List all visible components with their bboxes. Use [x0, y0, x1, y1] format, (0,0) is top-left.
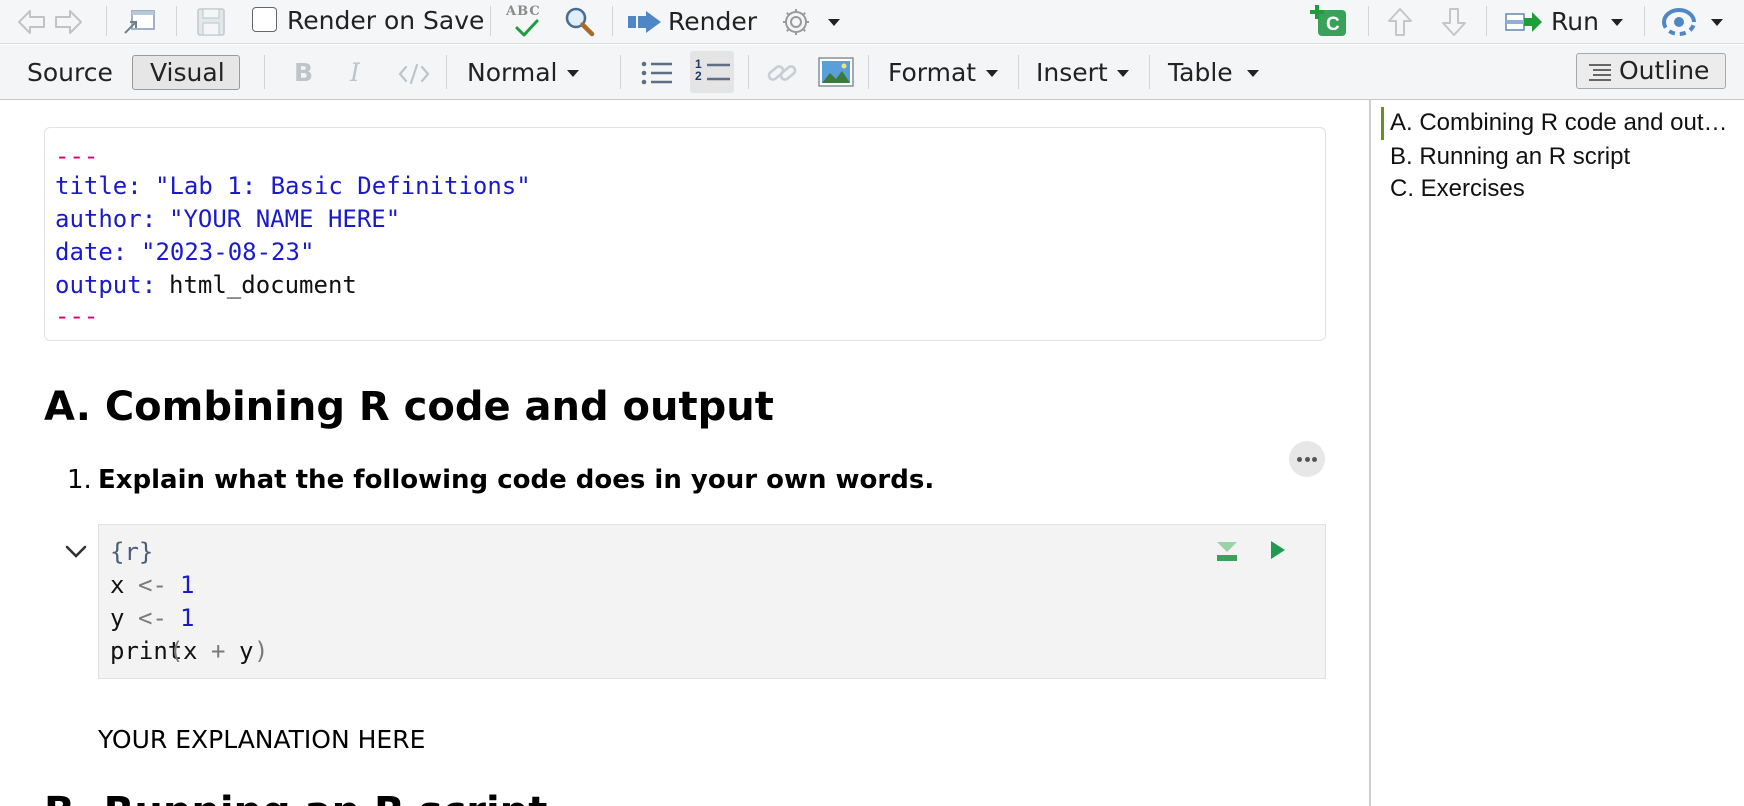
table-menu[interactable]: Table	[1168, 60, 1233, 85]
code-token: 1	[180, 604, 195, 632]
separator	[1149, 55, 1150, 89]
yaml-title-value: "Lab 1: Basic Definitions"	[155, 172, 531, 200]
separator	[106, 6, 107, 36]
insert-chunk-icon[interactable]: C	[1308, 4, 1350, 38]
numbered-list-icon[interactable]: 12	[690, 51, 734, 93]
run-button[interactable]: Run	[1551, 9, 1599, 34]
outline-item-a[interactable]: A. Combining R code and out…	[1390, 111, 1728, 135]
yaml-author-key: author:	[55, 205, 157, 233]
find-replace-icon[interactable]	[562, 5, 596, 39]
insert-image-icon[interactable]	[818, 57, 854, 87]
insert-menu[interactable]: Insert	[1036, 60, 1108, 85]
separator	[490, 6, 491, 36]
next-section-icon[interactable]	[1440, 6, 1468, 38]
separator	[1644, 6, 1645, 36]
outline-item-c[interactable]: C. Exercises	[1390, 177, 1525, 201]
gear-icon[interactable]	[780, 6, 812, 38]
code-token: +	[211, 637, 226, 665]
editor-main-toolbar: Render on Save ABC Render C Run	[0, 0, 1744, 44]
previous-section-icon[interactable]	[1386, 6, 1414, 38]
more-options-button[interactable]	[1289, 441, 1325, 477]
yaml-output-value: html_document	[169, 271, 357, 299]
code-token: <-	[138, 571, 167, 599]
yaml-date-key: date:	[55, 238, 128, 266]
separator	[176, 6, 177, 36]
code-token: 1	[180, 571, 195, 599]
outline-item-b[interactable]: B. Running an R script	[1390, 145, 1630, 169]
yaml-close-delimiter: ---	[55, 302, 99, 330]
separator	[446, 55, 447, 89]
run-chunk-icon[interactable]	[1269, 539, 1287, 561]
run-previous-chunks-icon[interactable]	[1215, 539, 1239, 563]
yaml-title-key: title:	[55, 172, 142, 200]
yaml-date-value: "2023-08-23"	[141, 238, 315, 266]
show-in-new-window-icon[interactable]	[122, 8, 158, 36]
table-menu-caret[interactable]	[1247, 70, 1259, 77]
yaml-header-block[interactable]: --- title: "Lab 1: Basic Definitions" au…	[44, 127, 1326, 341]
paragraph-style-select[interactable]: Normal	[467, 60, 557, 85]
link-icon[interactable]	[766, 59, 798, 87]
section-heading-b-clip: B. Running an R script	[0, 786, 1360, 806]
list-item-text: Explain what the following code does in …	[98, 465, 935, 495]
publish-icon[interactable]	[1660, 7, 1698, 37]
render-on-save-checkbox[interactable]	[252, 7, 277, 32]
paragraph-style-caret[interactable]	[567, 70, 579, 77]
code-token: (	[169, 637, 184, 665]
separator	[264, 55, 265, 89]
render-icon[interactable]	[626, 8, 664, 36]
save-icon[interactable]	[196, 7, 226, 37]
insert-menu-caret[interactable]	[1117, 70, 1129, 77]
separator	[612, 6, 613, 36]
visual-mode-button[interactable]: Visual	[132, 55, 240, 90]
code-token: y	[110, 604, 125, 632]
separator	[868, 55, 869, 89]
outline-active-indicator	[1381, 107, 1384, 140]
code-format-icon[interactable]	[398, 62, 430, 86]
visual-editor-toolbar: Source Visual B I Normal 12 Format Inser…	[0, 45, 1744, 100]
italic-icon[interactable]: I	[350, 60, 360, 85]
chunk-header: {r}	[110, 538, 154, 566]
code-token: <-	[138, 604, 167, 632]
section-heading-b: B. Running an R script	[44, 792, 547, 806]
insert-chunk-letter: C	[1326, 14, 1340, 35]
separator	[1018, 55, 1019, 89]
spellcheck-abc-text: ABC	[506, 4, 541, 19]
code-token: x	[110, 571, 125, 599]
back-arrow-icon[interactable]	[16, 8, 46, 36]
spellcheck-icon[interactable]: ABC	[504, 2, 546, 40]
code-token: y	[239, 637, 254, 665]
yaml-author-value: "YOUR NAME HERE"	[169, 205, 401, 233]
r-code-chunk[interactable]: {r} x <- 1 y <- 1 print ( x + y )	[98, 524, 1326, 679]
run-dropdown-caret[interactable]	[1611, 19, 1623, 26]
code-token: x	[183, 637, 198, 665]
format-menu[interactable]: Format	[888, 60, 976, 85]
section-heading-a: A. Combining R code and output	[44, 384, 774, 430]
render-on-save-label: Render on Save	[287, 6, 485, 35]
separator	[1486, 6, 1487, 36]
visual-mode-label: Visual	[150, 58, 225, 87]
code-token: )	[254, 637, 269, 665]
separator	[620, 55, 621, 89]
outline-label: Outline	[1619, 56, 1710, 85]
outline-icon	[1587, 62, 1613, 82]
run-icon[interactable]	[1504, 8, 1544, 36]
bullet-list-icon[interactable]	[640, 59, 674, 87]
separator	[1368, 6, 1369, 36]
yaml-open-delimiter: ---	[55, 142, 99, 170]
outline-toggle-button[interactable]: Outline	[1576, 53, 1726, 89]
forward-arrow-icon[interactable]	[54, 8, 84, 36]
list-item-number: 1.	[67, 465, 92, 495]
source-mode-button[interactable]: Source	[27, 60, 113, 85]
yaml-output-key: output:	[55, 271, 157, 299]
chunk-collapse-chevron-icon[interactable]	[64, 542, 88, 560]
gear-dropdown-caret[interactable]	[828, 19, 840, 26]
outline-panel-divider	[1369, 100, 1371, 806]
format-menu-caret[interactable]	[986, 70, 998, 77]
explanation-placeholder: YOUR EXPLANATION HERE	[98, 725, 426, 754]
bold-icon[interactable]: B	[294, 60, 313, 85]
separator	[748, 55, 749, 89]
render-button[interactable]: Render	[668, 9, 757, 34]
publish-dropdown-caret[interactable]	[1711, 19, 1723, 26]
